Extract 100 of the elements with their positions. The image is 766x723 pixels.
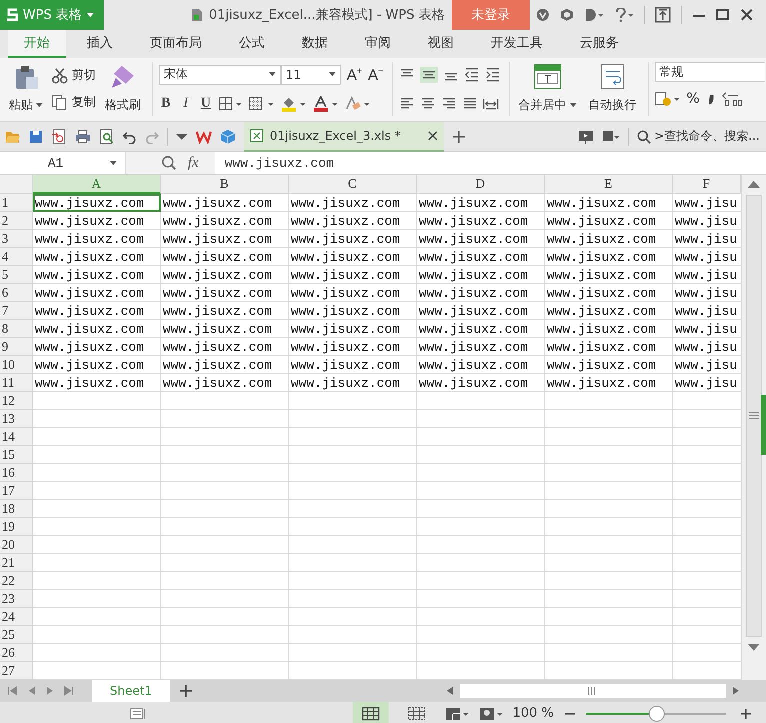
collapse-ribbon-icon[interactable] — [655, 7, 671, 23]
row-header[interactable]: 11 — [0, 374, 33, 392]
ribbon-tab[interactable]: 数据 — [286, 30, 344, 58]
close-icon[interactable] — [428, 130, 438, 140]
font-name-dropdown[interactable]: 宋体 — [159, 64, 281, 84]
maximize-icon[interactable] — [716, 8, 730, 22]
row-header[interactable]: 7 — [0, 302, 33, 320]
borders-icon[interactable] — [219, 96, 243, 110]
side-panel-handle[interactable] — [761, 395, 766, 455]
zoom-slider-thumb[interactable] — [649, 706, 665, 722]
row-header[interactable]: 2 — [0, 212, 33, 230]
row-header[interactable]: 18 — [0, 500, 33, 518]
row-header[interactable]: 27 — [0, 662, 33, 680]
page-break-view-icon[interactable] — [408, 706, 426, 720]
wps-logo-icon[interactable] — [196, 130, 212, 144]
cut-button[interactable]: 剪切 — [52, 67, 96, 84]
save-icon[interactable] — [29, 130, 43, 144]
help-icon[interactable] — [614, 8, 634, 22]
caret-icon[interactable] — [36, 103, 43, 108]
clear-format-icon[interactable] — [345, 96, 371, 112]
decrease-indent-icon[interactable] — [464, 66, 480, 82]
column-header[interactable]: F — [673, 175, 741, 194]
ribbon-tab[interactable]: 插入 — [71, 30, 129, 58]
font-color-icon[interactable] — [313, 96, 339, 112]
increase-indent-icon[interactable] — [484, 66, 501, 82]
reading-mode-icon[interactable] — [478, 706, 503, 720]
row-header[interactable]: 5 — [0, 266, 33, 284]
bold-button[interactable]: B — [159, 96, 173, 112]
column-header[interactable]: A — [33, 175, 161, 194]
command-search-field[interactable]: >查找命令、搜索... — [636, 128, 766, 145]
row-header[interactable]: 15 — [0, 446, 33, 464]
paste-button[interactable]: 粘贴 — [6, 62, 46, 116]
currency-icon[interactable] — [654, 90, 681, 106]
zoom-formula-icon[interactable] — [162, 156, 176, 170]
add-tab-icon[interactable] — [452, 130, 466, 144]
print-preview-icon[interactable] — [99, 128, 115, 144]
fill-color-icon[interactable] — [281, 96, 307, 112]
row-header[interactable]: 10 — [0, 356, 33, 374]
cube-icon[interactable] — [220, 128, 236, 144]
export-pdf-icon[interactable] — [51, 128, 67, 144]
row-header[interactable]: 6 — [0, 284, 33, 302]
print-icon[interactable] — [75, 130, 91, 144]
scroll-down-icon[interactable] — [747, 643, 761, 653]
ribbon-tab[interactable]: 页面布局 — [134, 30, 218, 58]
slideshow-icon[interactable] — [578, 130, 594, 144]
cell-info-icon[interactable] — [130, 706, 146, 720]
close-icon[interactable] — [740, 8, 754, 22]
ribbon-tab[interactable]: 开发工具 — [475, 30, 559, 58]
row-header[interactable]: 26 — [0, 644, 33, 662]
normal-view-icon[interactable] — [362, 706, 380, 720]
scroll-right-icon[interactable] — [732, 686, 740, 696]
underline-button[interactable]: U — [199, 96, 213, 112]
dropdown-icon[interactable] — [176, 132, 188, 140]
ribbon-tab[interactable]: 开始 — [8, 30, 66, 58]
grow-font-button[interactable]: A$^{+}$ — [347, 66, 362, 84]
row-header[interactable]: 4 — [0, 248, 33, 266]
column-header[interactable]: E — [545, 175, 673, 194]
column-header[interactable]: B — [161, 175, 289, 194]
download-icon[interactable] — [602, 130, 620, 144]
scroll-up-icon[interactable] — [747, 179, 761, 189]
font-size-dropdown[interactable]: 11 — [281, 64, 341, 84]
align-left-icon[interactable] — [398, 96, 415, 112]
row-header[interactable]: 3 — [0, 230, 33, 248]
cube-icon[interactable] — [560, 8, 574, 22]
cell-style-icon[interactable] — [249, 96, 275, 110]
format-painter-button[interactable]: 格式刷 — [102, 62, 144, 116]
row-header[interactable]: 12 — [0, 392, 33, 410]
justify-icon[interactable] — [462, 96, 478, 112]
row-header[interactable]: 1 — [0, 194, 33, 212]
row-header[interactable]: 8 — [0, 320, 33, 338]
row-header[interactable]: 24 — [0, 608, 33, 626]
scroll-left-icon[interactable] — [446, 686, 454, 696]
app-menu-button[interactable]: WPS 表格 — [0, 0, 104, 30]
row-header[interactable]: 22 — [0, 572, 33, 590]
insert-function-button[interactable]: fx — [188, 154, 199, 172]
row-header[interactable]: 23 — [0, 590, 33, 608]
align-right-icon[interactable] — [440, 96, 457, 112]
ribbon-tab[interactable]: 云服务 — [564, 30, 635, 58]
row-header[interactable]: 13 — [0, 410, 33, 428]
column-header[interactable]: C — [289, 175, 417, 194]
sheet-tab[interactable]: Sheet1 — [92, 680, 170, 702]
caret-icon[interactable] — [570, 103, 577, 108]
document-tab[interactable]: 01jisuxz_Excel_3.xls * — [244, 122, 444, 152]
add-sheet-icon[interactable] — [180, 685, 192, 697]
merge-center-button[interactable]: 合并居中 — [516, 62, 580, 116]
row-header[interactable]: 14 — [0, 428, 33, 446]
ribbon-tab[interactable]: 公式 — [223, 30, 281, 58]
skin-icon[interactable] — [536, 8, 550, 22]
align-center-icon[interactable] — [420, 96, 436, 112]
formula-input[interactable]: www.jisuxz.com — [214, 156, 334, 170]
row-header[interactable]: 16 — [0, 464, 33, 482]
row-header[interactable]: 19 — [0, 518, 33, 536]
percent-button[interactable]: % — [686, 90, 700, 106]
column-header[interactable]: D — [417, 175, 545, 194]
copy-button[interactable]: 复制 — [52, 94, 96, 111]
undo-icon[interactable] — [123, 130, 137, 144]
row-header[interactable]: 17 — [0, 482, 33, 500]
zoom-in-icon[interactable] — [740, 708, 752, 720]
ribbon-tab[interactable]: 视图 — [412, 30, 470, 58]
caret-icon[interactable] — [110, 160, 117, 166]
